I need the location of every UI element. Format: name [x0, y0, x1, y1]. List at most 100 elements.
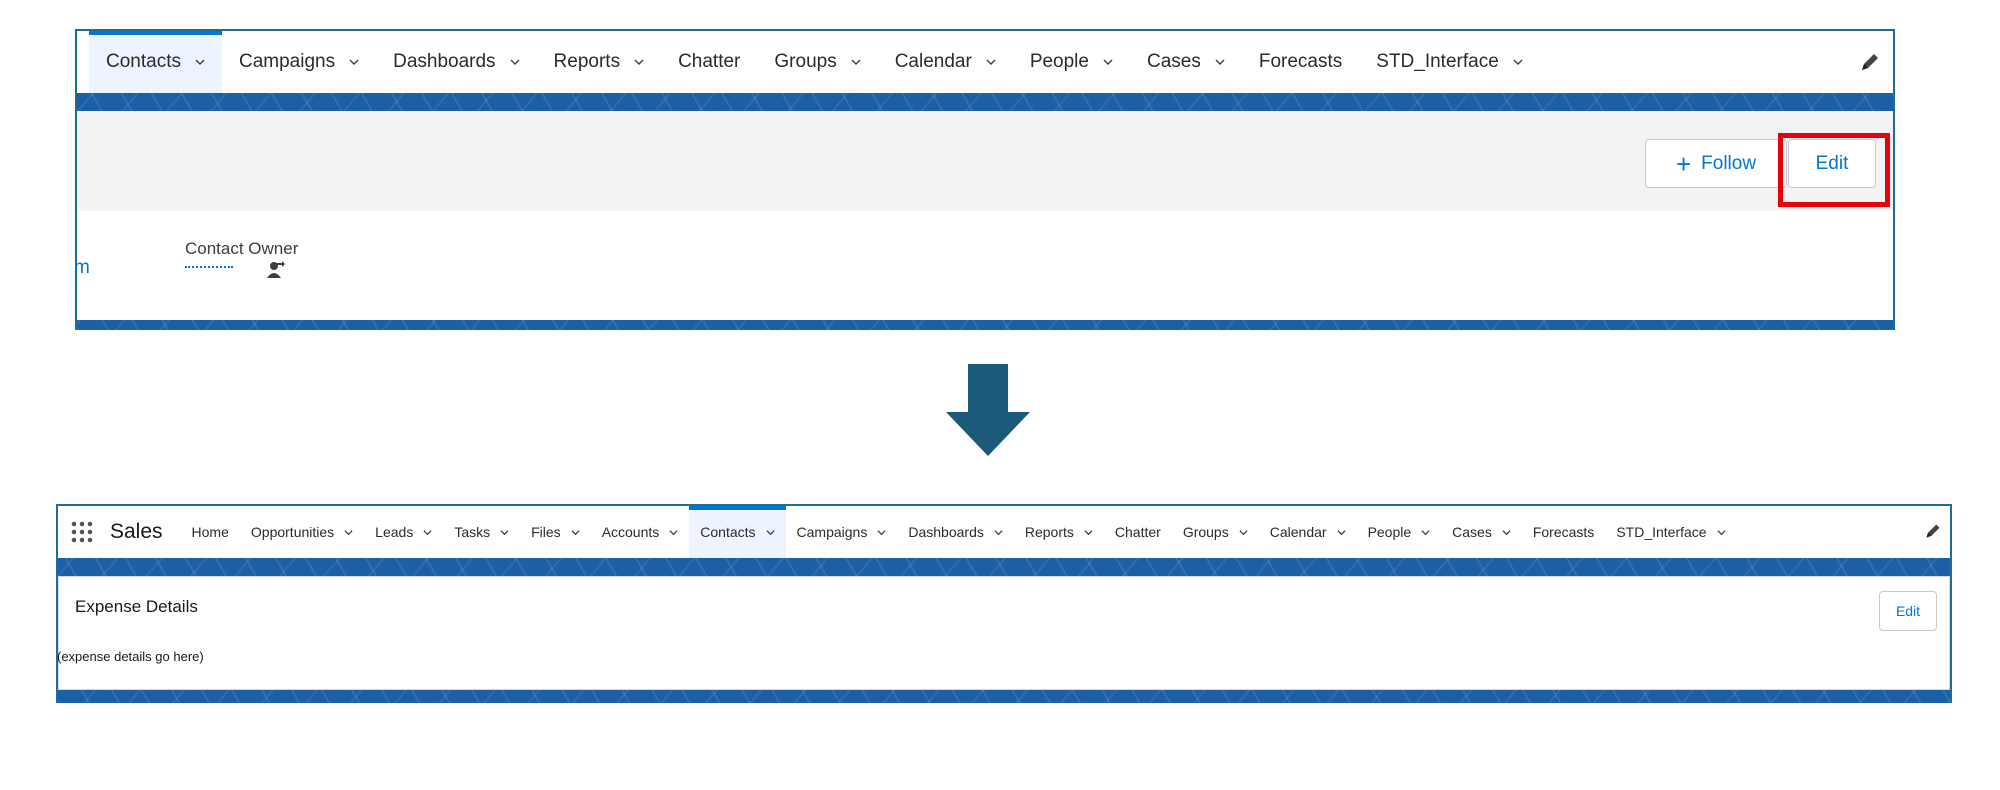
tab-chatter[interactable]: Chatter [1104, 506, 1172, 558]
tab-forecasts[interactable]: Forecasts [1242, 31, 1359, 93]
tab-label: Groups [774, 51, 837, 72]
tab-label: Cases [1146, 51, 1201, 72]
tab-label: People [1367, 524, 1412, 540]
chevron-down-icon[interactable] [1239, 528, 1248, 537]
pencil-icon[interactable] [1859, 51, 1881, 73]
tab-leads[interactable]: Leads [364, 506, 443, 558]
record-header [77, 111, 1893, 211]
contact-record-panel: Contacts Campaigns Dashboards Reports Chatte… [74, 29, 1895, 330]
tab-reports[interactable]: Reports [1014, 506, 1104, 558]
tab-label: Leads [375, 524, 414, 540]
tab-label: Calendar [894, 51, 972, 72]
tab-label: Dashboards [908, 524, 984, 540]
chevron-down-icon[interactable] [571, 528, 580, 537]
tab-campaigns[interactable]: Campaigns [222, 31, 376, 93]
tab-label: Opportunities [250, 524, 335, 540]
tab-label: Contacts [106, 51, 181, 72]
tab-home[interactable]: Home [181, 506, 240, 558]
tab-label: Accounts [601, 524, 660, 540]
tab-contacts[interactable]: Contacts [89, 31, 222, 93]
chevron-down-icon[interactable] [1337, 528, 1346, 537]
tab-std-interface[interactable]: STD_Interface [1359, 31, 1540, 93]
top-navigation-bar: Contacts Campaigns Dashboards Reports Chatte… [77, 31, 1893, 93]
tab-dashboards[interactable]: Dashboards [897, 506, 1014, 558]
chevron-down-icon[interactable] [1215, 57, 1225, 67]
tab-forecasts[interactable]: Forecasts [1522, 506, 1605, 558]
tab-calendar[interactable]: Calendar [878, 31, 1013, 93]
tab-label: Home [191, 524, 229, 540]
tab-label: Dashboards [393, 51, 496, 72]
tab-label: Calendar [1269, 524, 1327, 540]
tab-label: Chatter [678, 51, 741, 72]
tab-opportunities[interactable]: Opportunities [240, 506, 364, 558]
chevron-down-icon[interactable] [851, 57, 861, 67]
follow-button[interactable]: + Follow [1645, 139, 1787, 188]
chevron-down-icon[interactable] [877, 528, 886, 537]
pencil-icon[interactable] [1924, 522, 1942, 540]
chevron-down-icon[interactable] [1717, 528, 1726, 537]
tab-label: Reports [1024, 524, 1074, 540]
chevron-down-icon[interactable] [1421, 528, 1430, 537]
chevron-down-icon[interactable] [986, 57, 996, 67]
down-arrow-icon [946, 364, 1030, 456]
tab-label: Reports [553, 51, 621, 72]
tab-tasks[interactable]: Tasks [443, 506, 520, 558]
tab-people[interactable]: People [1013, 31, 1130, 93]
chevron-down-icon[interactable] [1084, 528, 1093, 537]
tab-cases[interactable]: Cases [1441, 506, 1522, 558]
expense-record-panel: Sales Home Opportunities Leads Tasks Files Ac… [56, 504, 1952, 703]
app-launcher-icon[interactable] [58, 506, 106, 558]
tab-label: People [1029, 51, 1089, 72]
tab-groups[interactable]: Groups [757, 31, 877, 93]
tab-chatter[interactable]: Chatter [661, 31, 757, 93]
tab-label: Groups [1182, 524, 1229, 540]
chevron-down-icon[interactable] [510, 57, 520, 67]
card-body-text: (expense details go here) [57, 649, 204, 664]
tab-reports[interactable]: Reports [537, 31, 662, 93]
chevron-down-icon[interactable] [349, 57, 359, 67]
chevron-down-icon[interactable] [634, 57, 644, 67]
tab-label: STD_Interface [1616, 524, 1707, 540]
edit-button[interactable]: Edit [1879, 591, 1937, 631]
tab-label: STD_Interface [1376, 51, 1499, 72]
record-card: + Follow Edit m Contact Owner [74, 111, 1893, 320]
chevron-down-icon[interactable] [1103, 57, 1113, 67]
chevron-down-icon[interactable] [994, 528, 1003, 537]
contact-owner-value[interactable] [185, 266, 233, 268]
card-title: Expense Details [75, 597, 198, 616]
chevron-down-icon[interactable] [423, 528, 432, 537]
cropped-link-text: m [74, 257, 90, 278]
expense-details-card: Expense Details (expense details go here… [57, 576, 1950, 690]
tab-label: Contacts [700, 524, 756, 540]
edit-label: Edit [1895, 603, 1921, 619]
tab-label: Forecasts [1532, 524, 1595, 540]
tab-calendar[interactable]: Calendar [1259, 506, 1357, 558]
app-name: Sales [110, 520, 163, 543]
tab-label: Files [531, 524, 561, 540]
plus-icon: + [1675, 148, 1692, 179]
chevron-down-icon[interactable] [765, 528, 775, 537]
chevron-down-icon[interactable] [500, 528, 509, 537]
tab-accounts[interactable]: Accounts [591, 506, 690, 558]
contact-owner-label: Contact Owner [185, 239, 299, 258]
tab-groups[interactable]: Groups [1172, 506, 1259, 558]
chevron-down-icon[interactable] [1513, 57, 1523, 67]
chevron-down-icon[interactable] [669, 528, 678, 537]
tab-cases[interactable]: Cases [1130, 31, 1242, 93]
chevron-down-icon[interactable] [1502, 528, 1511, 537]
tab-campaigns[interactable]: Campaigns [786, 506, 898, 558]
chevron-down-icon[interactable] [344, 528, 353, 537]
tab-label: Tasks [454, 524, 491, 540]
tab-label: Cases [1452, 524, 1492, 540]
change-owner-icon[interactable] [263, 259, 285, 281]
tab-label: Chatter [1114, 524, 1161, 540]
tab-dashboards[interactable]: Dashboards [376, 31, 536, 93]
chevron-down-icon[interactable] [195, 57, 205, 67]
tab-label: Campaigns [796, 524, 868, 540]
tab-files[interactable]: Files [520, 506, 591, 558]
tab-people[interactable]: People [1357, 506, 1442, 558]
tab-label: Campaigns [238, 51, 336, 72]
tab-label: Forecasts [1258, 51, 1343, 72]
tab-std-interface[interactable]: STD_Interface [1605, 506, 1736, 558]
tab-contacts[interactable]: Contacts [689, 506, 786, 558]
